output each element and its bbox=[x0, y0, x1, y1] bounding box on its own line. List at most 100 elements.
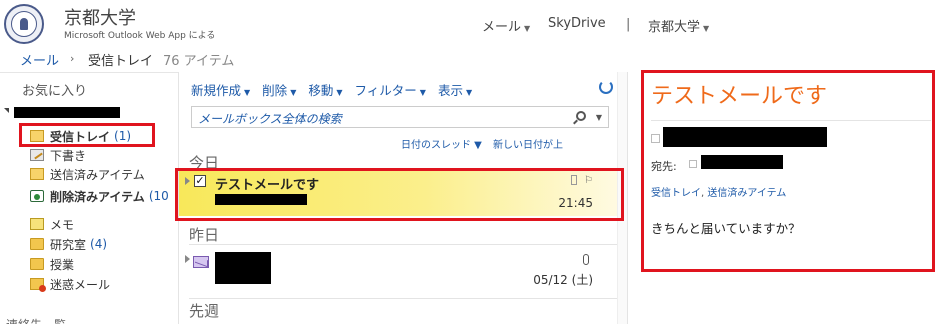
folder-path: 受信トレイ, 送信済みアイテム bbox=[651, 184, 786, 199]
new-label: 新規作成 bbox=[191, 83, 242, 98]
view-label: 表示 bbox=[437, 83, 463, 98]
unread-count: (4) bbox=[90, 237, 108, 251]
sort-order-dropdown[interactable]: 新しい日付が上 bbox=[493, 136, 563, 151]
folder-drafts[interactable]: 下書き bbox=[30, 146, 86, 164]
deleted-items-icon bbox=[30, 190, 44, 202]
folder-sent-items[interactable]: 送信済みアイテム bbox=[30, 165, 145, 183]
search-icon[interactable] bbox=[576, 111, 586, 121]
folder-label: メモ bbox=[50, 217, 75, 232]
message-row-selected[interactable]: ✓ テストメールです ⚐ 21:45 bbox=[179, 170, 627, 216]
view-button[interactable]: 表示 ▼ bbox=[437, 80, 473, 98]
filter-button[interactable]: フィルター ▼ bbox=[354, 80, 426, 98]
folder-icon bbox=[30, 258, 44, 270]
chevron-down-icon[interactable]: ▼ bbox=[596, 113, 602, 122]
new-button[interactable]: 新規作成 ▼ bbox=[191, 80, 250, 98]
refresh-icon[interactable] bbox=[599, 80, 613, 94]
sender-presence-icon bbox=[651, 134, 660, 143]
toolbar: 新規作成 ▼ 削除 ▼ 移動 ▼ フィルター ▼ 表示 ▼ bbox=[191, 80, 484, 98]
chevron-down-icon: ▼ bbox=[524, 24, 531, 33]
expand-icon[interactable] bbox=[185, 177, 190, 185]
app-name: Microsoft Outlook Web App による bbox=[64, 31, 216, 41]
folder-notes[interactable]: メモ bbox=[30, 215, 74, 233]
message-date: 05/12 (土) bbox=[533, 273, 593, 287]
chevron-right-icon: › bbox=[70, 52, 75, 65]
folder-path-sent[interactable]: 送信済みアイテム bbox=[707, 188, 786, 199]
unread-count: (1) bbox=[114, 129, 132, 143]
search-input[interactable]: メールボックス全体の検索 ▼ bbox=[191, 106, 609, 128]
unread-count: (10 bbox=[148, 189, 169, 203]
folder-label: 削除済みアイテム bbox=[50, 189, 145, 204]
nav-university-label: 京都大学 bbox=[648, 20, 701, 35]
chevron-down-icon: ▼ bbox=[419, 88, 426, 97]
folder-deleted-items[interactable]: 削除済みアイテム (10 bbox=[30, 187, 169, 205]
folder-label: 研究室 bbox=[50, 237, 87, 252]
nav-separator: | bbox=[626, 17, 631, 32]
redacted-sender bbox=[215, 194, 307, 205]
message-row[interactable]: 05/12 (土) bbox=[179, 248, 627, 294]
nav-university[interactable]: 京都大学 ▼ bbox=[648, 16, 709, 35]
folder-lab[interactable]: 研究室 (4) bbox=[30, 235, 107, 253]
expand-icon[interactable] bbox=[4, 108, 9, 113]
org-name: 京都大学 bbox=[64, 8, 136, 29]
message-time: 21:45 bbox=[558, 196, 593, 210]
favorites-label: お気に入り bbox=[22, 84, 88, 99]
meeting-envelope-icon bbox=[193, 256, 209, 268]
breadcrumb-mail-link[interactable]: メール bbox=[20, 50, 59, 69]
recipient-presence-icon bbox=[689, 160, 697, 168]
delete-button[interactable]: 削除 ▼ bbox=[262, 80, 297, 98]
attachment-icon bbox=[583, 254, 589, 265]
divider bbox=[189, 244, 617, 245]
account-row[interactable] bbox=[4, 107, 174, 119]
nav-skydrive[interactable]: SkyDrive bbox=[548, 16, 606, 31]
chevron-down-icon: ▼ bbox=[336, 88, 343, 97]
expand-icon[interactable] bbox=[185, 255, 190, 263]
list-scrollbar[interactable] bbox=[617, 72, 627, 324]
search-placeholder: メールボックス全体の検索 bbox=[198, 112, 342, 126]
redacted-recipient bbox=[701, 155, 783, 169]
divider bbox=[189, 298, 617, 299]
chevron-down-icon: ▼ bbox=[465, 88, 473, 97]
inbox-icon bbox=[30, 130, 44, 142]
folder-inbox[interactable]: 受信トレイ (1) bbox=[30, 127, 131, 145]
contacts-link[interactable]: 連絡先一覧 bbox=[6, 316, 66, 324]
breadcrumb-folder: 受信トレイ bbox=[88, 54, 154, 69]
divider bbox=[651, 120, 931, 121]
folder-pane: お気に入り 受信トレイ (1) 下書き 送信済みアイテム 削除済みアイテム (1… bbox=[0, 72, 178, 324]
header: 京都大学 Microsoft Outlook Web App による メール ▼ … bbox=[0, 0, 943, 46]
nav-mail[interactable]: メール ▼ bbox=[482, 16, 530, 35]
sort-bar: 日付のスレッド ▼ 新しい日付が上 bbox=[179, 136, 627, 152]
folder-label: 下書き bbox=[50, 148, 87, 163]
chevron-down-icon: ▼ bbox=[290, 88, 297, 97]
notes-icon bbox=[30, 218, 44, 230]
folder-junk[interactable]: 迷惑メール bbox=[30, 275, 110, 293]
folder-label: 迷惑メール bbox=[50, 277, 111, 292]
message-subject: テストメールです bbox=[215, 178, 320, 193]
delete-label: 削除 bbox=[262, 83, 288, 98]
reading-pane: テストメールです 宛先: 受信トレイ, 送信済みアイテム きちんと届いていますか… bbox=[629, 72, 943, 324]
select-checkbox[interactable]: ✓ bbox=[194, 175, 206, 187]
sent-items-icon bbox=[30, 168, 44, 180]
folder-path-inbox[interactable]: 受信トレイ bbox=[651, 188, 701, 199]
folder-classes[interactable]: 授業 bbox=[30, 255, 74, 273]
to-label: 宛先: bbox=[651, 160, 677, 173]
folder-label: 送信済みアイテム bbox=[50, 167, 145, 182]
move-button[interactable]: 移動 ▼ bbox=[308, 80, 343, 98]
junk-icon bbox=[30, 278, 46, 292]
redacted-sender bbox=[215, 252, 271, 284]
redacted-sender-name bbox=[663, 127, 827, 147]
group-yesterday: 昨日 bbox=[189, 226, 220, 244]
message-body: きちんと届いていますか？ bbox=[651, 221, 801, 236]
message-list-pane: 新規作成 ▼ 削除 ▼ 移動 ▼ フィルター ▼ 表示 ▼ メールボックス全体の検索 ▼ … bbox=[178, 72, 628, 324]
nav-mail-label: メール bbox=[482, 20, 522, 35]
category-icon[interactable] bbox=[571, 175, 577, 185]
group-last-week: 先週 bbox=[189, 302, 220, 320]
message-subject-heading: テストメールです bbox=[651, 84, 828, 109]
filter-label: フィルター bbox=[354, 83, 417, 98]
item-count: 76 アイテム bbox=[163, 54, 235, 69]
drafts-icon bbox=[30, 149, 44, 161]
sort-thread-dropdown[interactable]: 日付のスレッド ▼ bbox=[401, 136, 482, 151]
chevron-down-icon: ▼ bbox=[703, 24, 710, 33]
sort-thread-label: 日付のスレッド bbox=[401, 140, 471, 151]
move-label: 移動 bbox=[308, 83, 334, 98]
flag-icon[interactable]: ⚐ bbox=[584, 175, 593, 186]
